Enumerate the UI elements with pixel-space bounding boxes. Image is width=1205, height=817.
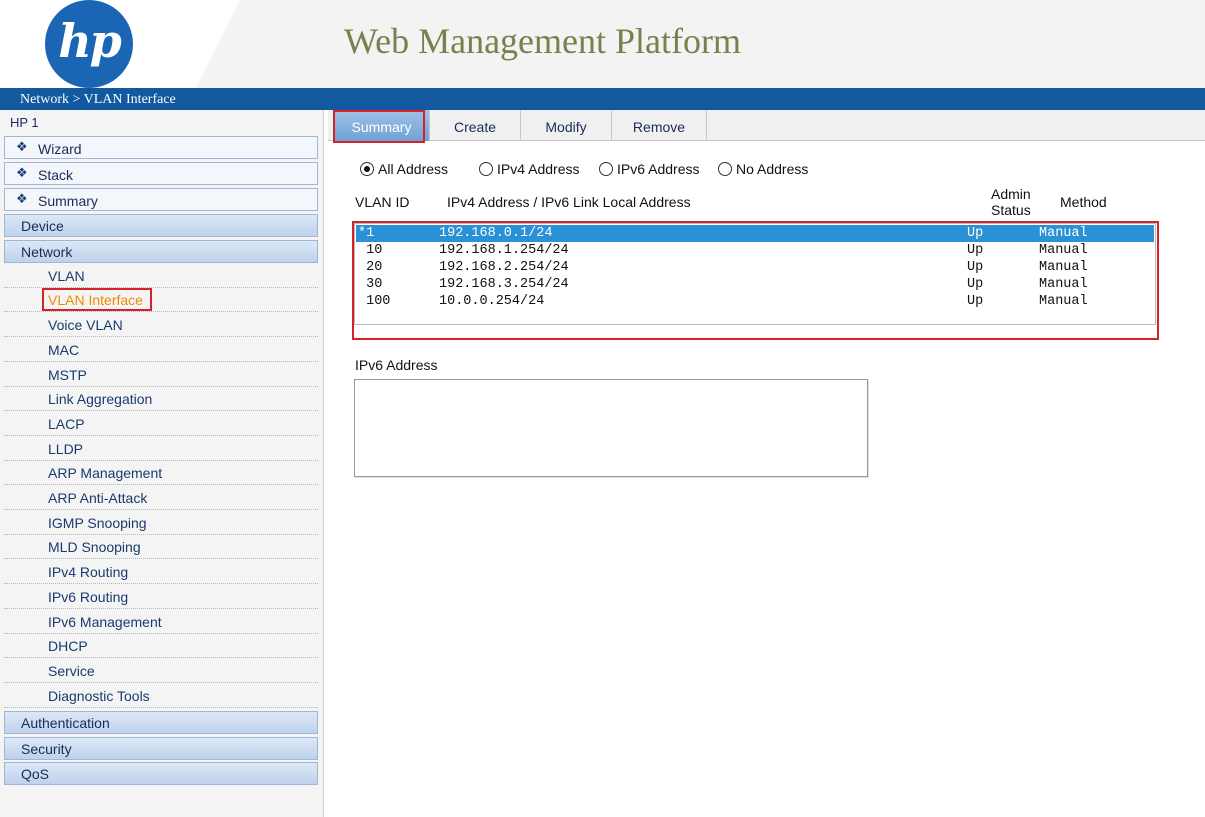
sidebar-item-voice-vlan[interactable]: Voice VLAN	[4, 313, 318, 337]
diamond-bullet-icon: ❖	[16, 165, 28, 180]
sidebar-item-label: Link Aggregation	[48, 391, 153, 407]
sidebar-item-dhcp[interactable]: DHCP	[4, 634, 318, 658]
radio-label: All Address	[378, 161, 449, 177]
sidebar-item-vlan[interactable]: VLAN	[4, 264, 318, 288]
breadcrumb-bar: Network > VLAN Interface	[0, 88, 1205, 110]
sidebar-section-qos[interactable]: QoS	[4, 762, 318, 785]
active-tab-highlight	[333, 110, 425, 143]
sidebar-shortcut-label: Stack	[38, 167, 74, 183]
sidebar-item-label: ARP Management	[48, 465, 163, 481]
sidebar-item-label: IPv6 Routing	[48, 589, 129, 605]
column-header-admin: Admin	[991, 186, 1031, 202]
column-header-status: Status	[991, 202, 1031, 218]
sidebar-item-label: MLD Snooping	[48, 539, 141, 555]
sidebar-shortcut-label: Summary	[38, 193, 98, 209]
sidebar-item-link-aggregation[interactable]: Link Aggregation	[4, 387, 318, 411]
radio-label: IPv6 Address	[617, 161, 700, 177]
radio-circle	[479, 162, 493, 176]
sidebar-item-diagnostic-tools[interactable]: Diagnostic Tools	[4, 684, 318, 708]
sidebar-section-label: QoS	[21, 766, 50, 782]
ipv6-address-label: IPv6 Address	[355, 357, 438, 373]
column-header-address: IPv4 Address / IPv6 Link Local Address	[447, 194, 691, 210]
sidebar-section-authentication[interactable]: Authentication	[4, 711, 318, 734]
tab-modify[interactable]: Modify	[521, 110, 612, 141]
active-item-highlight	[42, 288, 152, 311]
sidebar-item-label: IPv6 Management	[48, 614, 162, 630]
sidebar-shortcut-label: Wizard	[38, 141, 82, 157]
ipv6-address-list[interactable]	[354, 379, 868, 477]
diamond-bullet-icon: ❖	[16, 139, 28, 154]
sidebar-item-igmp-snooping[interactable]: IGMP Snooping	[4, 511, 318, 535]
filter-no-address-radio[interactable]: No Address	[718, 160, 808, 178]
filter-ipv4-address-radio[interactable]: IPv4 Address	[479, 160, 580, 178]
sidebar-item-label: ARP Anti-Attack	[48, 490, 148, 506]
sidebar-item-mac[interactable]: MAC	[4, 338, 318, 362]
list-highlight	[352, 221, 1159, 340]
sidebar-item-label: LACP	[48, 416, 85, 432]
sidebar-section-label: Network	[21, 244, 73, 260]
tab-create[interactable]: Create	[430, 110, 521, 141]
sidebar-item-mld-snooping[interactable]: MLD Snooping	[4, 535, 318, 559]
sidebar-item-label: LLDP	[48, 441, 84, 457]
radio-label: IPv4 Address	[497, 161, 580, 177]
sidebar-section-label: Security	[21, 741, 72, 757]
page-title: Web Management Platform	[344, 21, 741, 61]
sidebar-item-ipv6-management[interactable]: IPv6 Management	[4, 610, 318, 634]
sidebar-item-label: IPv4 Routing	[48, 564, 129, 580]
sidebar-shortcut-wizard[interactable]: ❖ Wizard	[4, 136, 318, 159]
sidebar-section-label: Authentication	[21, 715, 110, 731]
filter-all-address-radio[interactable]: All Address	[360, 160, 448, 178]
radio-label: No Address	[736, 161, 809, 177]
sidebar-item-label: Voice VLAN	[48, 317, 123, 333]
radio-circle	[718, 162, 732, 176]
header: hp Web Management Platform	[0, 0, 1205, 88]
column-header-method: Method	[1060, 194, 1107, 210]
sidebar-item-label: DHCP	[48, 638, 88, 654]
sidebar-item-arp-anti-attack[interactable]: ARP Anti-Attack	[4, 486, 318, 510]
tab-bar: Summary Create Modify Remove	[328, 110, 1205, 141]
sidebar-shortcut-stack[interactable]: ❖ Stack	[4, 162, 318, 185]
diamond-bullet-icon: ❖	[16, 191, 28, 206]
sidebar-item-ipv6-routing[interactable]: IPv6 Routing	[4, 585, 318, 609]
sidebar-item-label: MAC	[48, 342, 80, 358]
sidebar-shortcut-summary[interactable]: ❖ Summary	[4, 188, 318, 211]
sidebar-section-device[interactable]: Device	[4, 214, 318, 237]
sidebar-item-service[interactable]: Service	[4, 659, 318, 683]
sidebar-item-ipv4-routing[interactable]: IPv4 Routing	[4, 560, 318, 584]
sidebar-item-lacp[interactable]: LACP	[4, 412, 318, 436]
sidebar-section-network[interactable]: Network	[4, 240, 318, 263]
breadcrumb: Network > VLAN Interface	[20, 92, 176, 107]
sidebar-section-label: Device	[21, 218, 64, 234]
sidebar-item-label: MSTP	[48, 367, 87, 383]
sidebar-item-label: VLAN	[48, 268, 85, 284]
sidebar-item-label: Service	[48, 663, 95, 679]
sidebar-item-label: IGMP Snooping	[48, 515, 147, 531]
hp-logo: hp	[45, 0, 133, 88]
sidebar-item-label: Diagnostic Tools	[48, 688, 150, 704]
sidebar: HP 1 ❖ Wizard ❖ Stack ❖ Summary Device N…	[0, 110, 324, 817]
main-content: Summary Create Modify Remove All Address…	[328, 110, 1205, 817]
radio-circle	[360, 162, 374, 176]
sidebar-item-mstp[interactable]: MSTP	[4, 363, 318, 387]
device-name[interactable]: HP 1	[10, 115, 39, 130]
sidebar-item-lldp[interactable]: LLDP	[4, 437, 318, 461]
sidebar-item-arp-management[interactable]: ARP Management	[4, 461, 318, 485]
radio-circle	[599, 162, 613, 176]
column-header-vlan-id: VLAN ID	[355, 194, 410, 210]
logo-text: hp	[58, 14, 122, 68]
filter-ipv6-address-radio[interactable]: IPv6 Address	[599, 160, 700, 178]
sidebar-section-security[interactable]: Security	[4, 737, 318, 760]
tab-remove[interactable]: Remove	[612, 110, 707, 141]
